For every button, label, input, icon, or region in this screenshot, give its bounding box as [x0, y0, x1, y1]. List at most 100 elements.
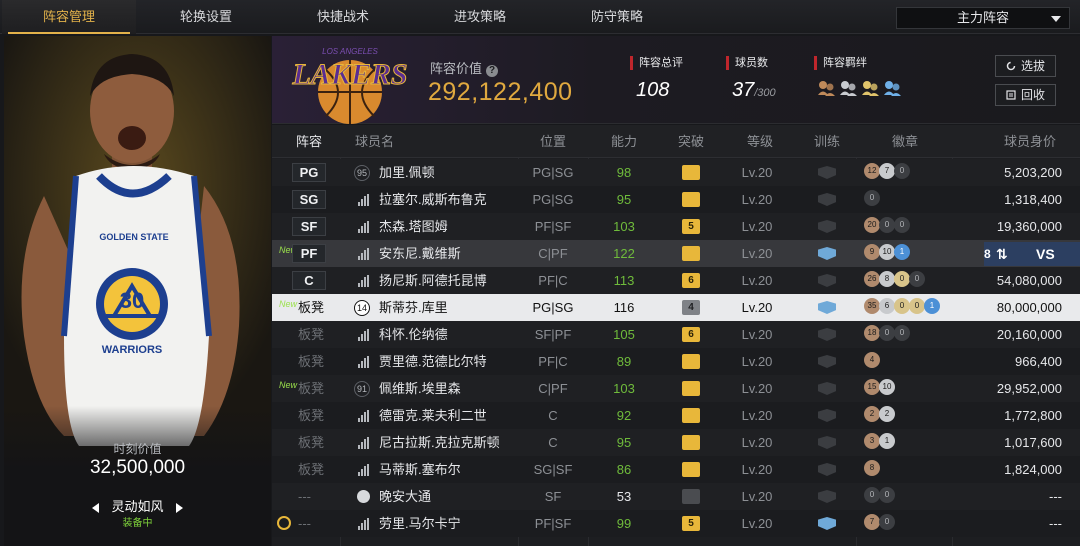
training-icon[interactable] — [818, 517, 836, 530]
badge-group[interactable]: 0 — [864, 190, 880, 209]
badge-group[interactable]: 8 — [864, 460, 880, 479]
player-name[interactable]: 安东尼.戴维斯 — [379, 240, 461, 267]
training-icon[interactable] — [818, 220, 836, 233]
badge-group[interactable]: 20 0 0 — [864, 217, 910, 236]
training-icon[interactable] — [818, 274, 836, 287]
slot-badge[interactable]: SG — [292, 190, 326, 209]
crown-icon[interactable] — [682, 435, 700, 450]
col-ability[interactable]: 能力 — [611, 125, 637, 158]
col-breakthrough[interactable]: 突破 — [678, 125, 704, 158]
crown-icon[interactable] — [682, 489, 700, 504]
training-icon[interactable] — [818, 490, 836, 503]
badge-group[interactable]: 00 — [864, 487, 895, 506]
player-name[interactable]: 扬尼斯.阿德托昆博 — [379, 267, 487, 294]
slot-badge[interactable]: PG — [292, 163, 326, 182]
crown-icon[interactable]: 4 — [682, 300, 700, 315]
table-row[interactable]: --- 晚安大通 SF 53 Lv.20 0 0 --- — [272, 483, 1080, 510]
crown-icon[interactable]: 6 — [682, 273, 700, 288]
training-icon[interactable] — [818, 328, 836, 341]
bench-label[interactable]: 板凳 — [298, 294, 324, 321]
tab-rotation-settings[interactable]: 轮换设置 — [139, 0, 273, 34]
bond-icon-silver[interactable] — [838, 78, 858, 98]
crown-icon[interactable] — [682, 246, 700, 261]
table-row[interactable]: 板凳 贾里德.范德比尔特 PF|C 89 Lv.20 4 966,400 — [272, 348, 1080, 375]
badge-group[interactable]: 9 10 1 — [864, 244, 910, 263]
col-badges[interactable]: 徽章 — [892, 125, 918, 158]
tab-quick-tactics[interactable]: 快捷战术 — [276, 0, 410, 34]
bench-label[interactable]: 板凳 — [298, 348, 324, 375]
table-row[interactable]: New 板凳 14 斯蒂芬.库里 PG|SG 116 4 Lv.20 35 6 0 0 1 80,000,… — [272, 294, 1080, 321]
training-icon[interactable] — [818, 463, 836, 476]
player-name[interactable]: 马蒂斯.塞布尔 — [379, 456, 461, 483]
crown-icon[interactable] — [682, 192, 700, 207]
training-icon[interactable] — [818, 193, 836, 206]
table-row[interactable]: New PF 安东尼.戴维斯 C|PF 122 Lv.20 9 10 1 8 ⇅ VS — [272, 240, 1080, 267]
table-row[interactable]: 板凳 马蒂斯.塞布尔 SG|SF 86 Lv.20 8 1,824,000 — [272, 456, 1080, 483]
player-name[interactable]: 杰森.塔图姆 — [379, 213, 448, 240]
table-row[interactable]: C 扬尼斯.阿德托昆博 PF|C 113 6 Lv.20 26 8 0 0 54,080,000 — [272, 267, 1080, 294]
bond-icon-bronze[interactable] — [816, 78, 836, 98]
training-icon[interactable] — [818, 166, 836, 179]
tab-lineup-management[interactable]: 阵容管理 — [2, 0, 136, 34]
player-name[interactable]: 德雷克.莱夫利二世 — [379, 402, 487, 429]
crown-icon[interactable] — [682, 165, 700, 180]
training-icon[interactable] — [818, 301, 836, 314]
tab-offense-strategy[interactable]: 进攻策略 — [413, 0, 547, 34]
table-row[interactable]: SG 拉塞尔.威斯布鲁克 PG|SG 95 Lv.20 0 1,318,400 — [272, 186, 1080, 213]
player-name[interactable]: 加里.佩顿 — [379, 159, 435, 186]
slot-badge[interactable]: SF — [292, 217, 326, 236]
bench-label[interactable]: 板凳 — [298, 402, 324, 429]
badge-group[interactable]: 22 — [864, 406, 895, 425]
arrow-left-icon[interactable] — [92, 502, 100, 513]
training-icon[interactable] — [818, 436, 836, 449]
recycle-button[interactable]: 回收 — [995, 84, 1056, 106]
lineup-dropdown[interactable]: 主力阵容 — [896, 7, 1070, 29]
crown-icon[interactable] — [682, 354, 700, 369]
tab-defense-strategy[interactable]: 防守策略 — [550, 0, 684, 34]
training-icon[interactable] — [818, 409, 836, 422]
badge-group[interactable]: 31 — [864, 433, 895, 452]
crown-icon[interactable]: 5 — [682, 516, 700, 531]
table-row[interactable]: 板凳 德雷克.莱夫利二世 C 92 Lv.20 2 2 1,772,800 — [272, 402, 1080, 429]
table-row[interactable]: 板凳 科怀.伦纳德 SF|PF 105 6 Lv.20 18 0 0 20,160,000 — [272, 321, 1080, 348]
table-row[interactable]: 板凳 尼古拉斯.克拉克斯顿 C 95 Lv.20 3 1 1,017,600 — [272, 429, 1080, 456]
training-icon[interactable] — [818, 382, 836, 395]
badge-group[interactable]: 70 — [864, 514, 895, 533]
badge-group[interactable]: 15 10 — [864, 379, 895, 398]
col-position[interactable]: 位置 — [540, 125, 566, 158]
bench-label[interactable]: 板凳 — [298, 321, 324, 348]
help-icon[interactable]: ? — [486, 65, 499, 77]
badge-group[interactable]: 12 7 0 — [864, 163, 910, 182]
bench-label[interactable]: 板凳 — [298, 375, 324, 402]
badge-group[interactable]: 18 0 0 — [864, 325, 910, 344]
swap-compare-button[interactable]: 8 ⇅ VS — [984, 242, 1080, 266]
player-name[interactable]: 斯蒂芬.库里 — [379, 294, 448, 321]
badge-group[interactable]: 26 8 0 0 — [864, 271, 925, 290]
training-icon[interactable] — [818, 355, 836, 368]
player-name[interactable]: 劳里.马尔卡宁 — [379, 510, 461, 537]
slot-badge[interactable]: PF — [292, 244, 326, 263]
table-row[interactable]: SF 杰森.塔图姆 PF|SF 103 5 Lv.20 20 0 0 19,360,000 — [272, 213, 1080, 240]
col-training[interactable]: 训练 — [814, 125, 840, 158]
training-icon[interactable] — [818, 247, 836, 260]
bench-label[interactable]: --- — [298, 510, 311, 537]
crown-icon[interactable]: 5 — [682, 219, 700, 234]
badge-group[interactable]: 4 — [864, 352, 880, 371]
player-name[interactable]: 科怀.伦纳德 — [379, 321, 448, 348]
player-name[interactable]: 晚安大通 — [379, 483, 431, 510]
table-row[interactable]: PG 95 加里.佩顿 PG|SG 98 Lv.20 12 7 0 5,203,200 — [272, 159, 1080, 186]
player-name[interactable]: 佩维斯.埃里森 — [379, 375, 461, 402]
bond-icon-blue[interactable] — [882, 78, 902, 98]
player-name[interactable]: 拉塞尔.威斯布鲁克 — [379, 186, 487, 213]
table-row[interactable]: New 板凳 91 佩维斯.埃里森 C|PF 103 Lv.20 15 10 29,952,000 — [272, 375, 1080, 402]
player-name[interactable]: 尼古拉斯.克拉克斯顿 — [379, 429, 500, 456]
bench-label[interactable]: --- — [298, 483, 311, 510]
crown-icon[interactable] — [682, 462, 700, 477]
crown-icon[interactable] — [682, 381, 700, 396]
crown-icon[interactable] — [682, 408, 700, 423]
bench-label[interactable]: 板凳 — [298, 429, 324, 456]
crown-icon[interactable]: 6 — [682, 327, 700, 342]
badge-group[interactable]: 35 6 0 0 1 — [864, 298, 940, 317]
table-row[interactable]: --- 劳里.马尔卡宁 PF|SF 99 5 Lv.20 7 0 --- — [272, 510, 1080, 537]
select-button[interactable]: 选拔 — [995, 55, 1056, 77]
